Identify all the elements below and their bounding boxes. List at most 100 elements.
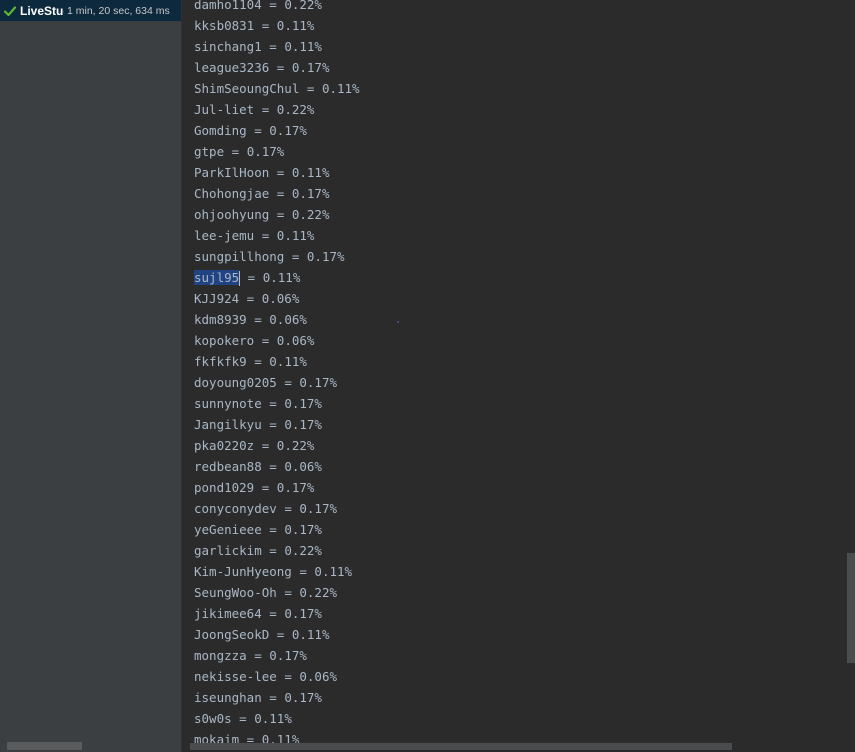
console-line-percent: 0.17%	[284, 417, 322, 432]
console-output[interactable]: damho1104 = 0.22% kksb0831 = 0.11% sinchan…	[182, 0, 855, 752]
stray-pixel	[397, 321, 399, 323]
console-line-percent: 0.17%	[291, 60, 330, 75]
console-line-user: ohjoohyung	[194, 207, 270, 222]
console-line-percent: 0.17%	[284, 690, 322, 705]
console-line-user: SeungWoo-Oh	[194, 585, 277, 600]
console-line: pka0220z = 0.22%	[194, 435, 360, 456]
console-line: pond1029 = 0.17%	[194, 477, 360, 498]
console-line-user: garlickim	[194, 543, 262, 558]
console-line-separator: =	[269, 627, 292, 642]
console-line-user: gtpe	[194, 144, 225, 159]
console-line-user: sungpillhong	[194, 249, 285, 264]
console-line-percent: 0.11%	[291, 165, 330, 180]
console-horizontal-scrollbar[interactable]	[190, 743, 732, 750]
console-line-separator: =	[261, 417, 285, 432]
console-line: SeungWoo-Oh = 0.22%	[194, 582, 360, 603]
console-line-percent: 0.22%	[284, 0, 322, 12]
console-line-user: conyconydev	[194, 501, 277, 516]
console-line: ohjoohyung = 0.22%	[194, 204, 360, 225]
console-line-percent: 0.11%	[314, 564, 353, 579]
console-line: kopokero = 0.06%	[194, 330, 360, 351]
console-line-user: ParkIlHoon	[194, 165, 270, 180]
console-line-separator: =	[224, 144, 247, 159]
console-line: ParkIlHoon = 0.11%	[194, 162, 360, 183]
console-line-separator: =	[261, 690, 285, 705]
console-line-percent: 0.06%	[261, 291, 300, 306]
console-line: doyoung0205 = 0.17%	[194, 372, 360, 393]
console-line-user: Jul-liet	[194, 102, 255, 117]
console-line-percent: 0.11%	[284, 39, 322, 54]
console-line: redbean88 = 0.06%	[194, 456, 360, 477]
ide-run-window: LiveStudy 1 min, 20 sec, 634 ms damho110…	[0, 0, 855, 752]
console-line-percent: 0.17%	[306, 249, 345, 264]
console-line-separator: =	[269, 207, 292, 222]
console-line-percent: 0.22%	[291, 207, 330, 222]
console-line-user: damho1104	[194, 0, 262, 12]
console-line-separator: =	[269, 165, 292, 180]
console-line-user: iseunghan	[194, 690, 262, 705]
console-line-percent: 0.17%	[299, 501, 338, 516]
console-line: jikimee64 = 0.17%	[194, 603, 360, 624]
console-line: Chohongjae = 0.17%	[194, 183, 360, 204]
console-line-percent: 0.17%	[246, 144, 285, 159]
console-line-separator: =	[246, 123, 270, 138]
console-line-separator: =	[254, 438, 277, 453]
console-line-separator: =	[261, 39, 285, 54]
console-line-percent: 0.22%	[276, 102, 315, 117]
console-line-user: mongzza	[194, 648, 247, 663]
test-tree-root-item[interactable]: LiveStudy 1 min, 20 sec, 634 ms	[0, 0, 181, 21]
console-line: s0w0s = 0.11%	[194, 708, 360, 729]
tree-horizontal-scrollbar[interactable]	[7, 742, 82, 750]
console-lines: damho1104 = 0.22% kksb0831 = 0.11% sinchan…	[194, 0, 360, 750]
console-line-percent: 0.22%	[284, 543, 322, 558]
console-line: KJJ924 = 0.06%	[194, 288, 360, 309]
console-line: Kim-JunHyeong = 0.11%	[194, 561, 360, 582]
test-results-tree[interactable]: LiveStudy 1 min, 20 sec, 634 ms	[0, 0, 181, 752]
console-line-percent: 0.06%	[269, 312, 307, 327]
console-line-user: jikimee64	[194, 606, 262, 621]
console-line-percent: 0.17%	[276, 480, 315, 495]
console-line: mongzza = 0.17%	[194, 645, 360, 666]
console-line-user: doyoung0205	[194, 375, 277, 390]
console-line-separator: =	[231, 711, 255, 726]
console-line: garlickim = 0.22%	[194, 540, 360, 561]
console-line: sungpillhong = 0.17%	[194, 246, 360, 267]
console-line-separator: =	[261, 606, 285, 621]
console-line-user: Chohongjae	[194, 186, 270, 201]
console-line: sinchang1 = 0.11%	[194, 36, 360, 57]
console-line-user: kdm8939	[194, 312, 247, 327]
console-line: yeGenieee = 0.17%	[194, 519, 360, 540]
console-line-user: Gomding	[194, 123, 247, 138]
console-line: sunnynote = 0.17%	[194, 393, 360, 414]
console-line: gtpe = 0.17%	[194, 141, 360, 162]
console-line-separator: =	[246, 354, 270, 369]
console-line-separator: =	[254, 480, 277, 495]
console-line-separator: =	[291, 564, 315, 579]
console-line: nekisse-lee = 0.06%	[194, 666, 360, 687]
console-line-separator: =	[254, 102, 277, 117]
console-line-percent: 0.11%	[276, 18, 315, 33]
console-line-separator: =	[246, 648, 270, 663]
console-line: fkfkfk9 = 0.11%	[194, 351, 360, 372]
console-vertical-scrollbar[interactable]	[847, 553, 855, 663]
console-line-user: kksb0831	[194, 18, 255, 33]
console-line-separator: =	[254, 333, 277, 348]
console-line-user: league3236	[194, 60, 270, 75]
console-line-separator: =	[276, 669, 300, 684]
console-line-percent: 0.22%	[299, 585, 338, 600]
console-line-separator: =	[276, 501, 300, 516]
console-line-separator: =	[240, 270, 263, 285]
console-line-percent: 0.17%	[284, 396, 322, 411]
console-line-separator: =	[276, 585, 300, 600]
console-line-user: fkfkfk9	[194, 354, 247, 369]
console-line: ShimSeoungChul = 0.11%	[194, 78, 360, 99]
console-line-user: Jangilkyu	[194, 417, 262, 432]
console-line-separator: =	[261, 396, 285, 411]
console-line-separator: =	[276, 375, 300, 390]
console-line: kksb0831 = 0.11%	[194, 15, 360, 36]
console-line-user: sujl95	[194, 270, 240, 285]
console-line-user: s0w0s	[194, 711, 232, 726]
console-line-percent: 0.11%	[254, 711, 292, 726]
console-line-percent: 0.06%	[284, 459, 322, 474]
console-line-separator: =	[246, 312, 270, 327]
